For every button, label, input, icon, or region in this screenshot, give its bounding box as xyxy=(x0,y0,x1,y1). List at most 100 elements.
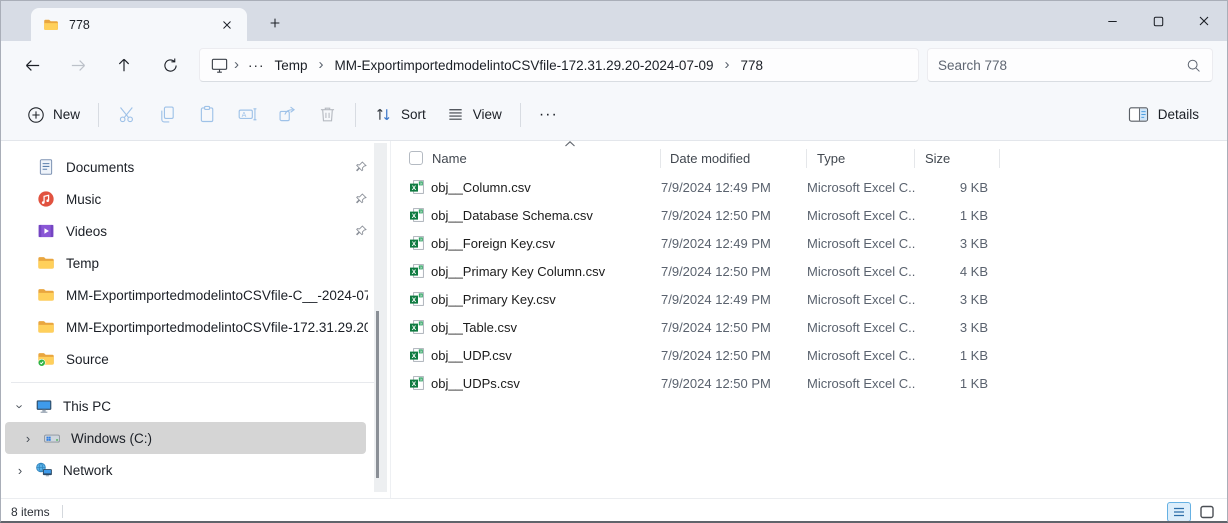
column-header-type[interactable]: Type xyxy=(807,143,915,173)
back-arrow-icon xyxy=(23,56,42,75)
chevron-down-icon[interactable]: › xyxy=(13,399,28,413)
maximize-button[interactable] xyxy=(1135,1,1181,41)
column-header-date-modified[interactable]: Date modified xyxy=(661,143,807,173)
sidebar-item-source[interactable]: Source xyxy=(1,343,390,375)
table-row[interactable]: obj__Primary Key Column.csv 7/9/2024 12:… xyxy=(391,257,1227,285)
sort-arrows-icon xyxy=(374,105,393,124)
sidebar-item-videos[interactable]: Videos xyxy=(1,215,390,247)
new-tab-button[interactable] xyxy=(261,9,289,37)
back-button[interactable] xyxy=(9,47,55,83)
sidebar-item-music[interactable]: Music xyxy=(1,183,390,215)
column-header-label: Type xyxy=(817,151,845,166)
file-explorer-window: 778 xyxy=(0,0,1228,523)
pin-icon xyxy=(354,160,368,174)
tab-strip: 778 xyxy=(1,1,1227,41)
folder-sync-check-icon xyxy=(37,350,55,368)
plus-icon xyxy=(268,16,282,30)
minimize-icon xyxy=(1105,14,1120,29)
select-all-checkbox[interactable] xyxy=(409,151,423,165)
details-view-toggle[interactable] xyxy=(1167,502,1191,522)
sidebar-item-label: MM-ExportimportedmodelintoCSVfile-C__-20… xyxy=(66,288,368,303)
search-input[interactable] xyxy=(938,58,1185,73)
documents-icon xyxy=(37,158,55,176)
sidebar-item-export-folder-1[interactable]: MM-ExportimportedmodelintoCSVfile-C__-20… xyxy=(1,279,390,311)
excel-csv-file-icon xyxy=(409,291,425,307)
table-row[interactable]: obj__Column.csv 7/9/2024 12:49 PM Micros… xyxy=(391,173,1227,201)
up-button[interactable] xyxy=(101,47,147,83)
see-more-button[interactable]: ··· xyxy=(529,106,568,124)
chevron-right-icon[interactable]: › xyxy=(13,463,27,478)
close-button[interactable] xyxy=(1181,1,1227,41)
breadcrumb-overflow-button[interactable]: ··· xyxy=(244,58,269,73)
breadcrumb-segment-export-folder[interactable]: MM-ExportimportedmodelintoCSVfile-172.31… xyxy=(329,55,720,76)
sidebar-item-label: Source xyxy=(66,352,368,367)
forward-button[interactable] xyxy=(55,47,101,83)
window-controls xyxy=(1089,1,1227,41)
column-header-size[interactable]: Size xyxy=(915,143,1000,173)
file-type: Microsoft Excel C... xyxy=(807,236,915,251)
titlebar-drag-region[interactable] xyxy=(289,1,1089,41)
table-row[interactable]: obj__Foreign Key.csv 7/9/2024 12:49 PM M… xyxy=(391,229,1227,257)
table-row[interactable]: obj__UDP.csv 7/9/2024 12:50 PM Microsoft… xyxy=(391,341,1227,369)
minimize-button[interactable] xyxy=(1089,1,1135,41)
column-header-name[interactable]: Name xyxy=(432,143,661,173)
new-button[interactable]: New xyxy=(17,100,90,130)
sidebar-item-export-folder-2[interactable]: MM-ExportimportedmodelintoCSVfile-172.31… xyxy=(1,311,390,343)
file-date-modified: 7/9/2024 12:50 PM xyxy=(661,320,807,335)
large-icons-view-toggle[interactable] xyxy=(1195,502,1219,522)
table-row[interactable]: obj__Primary Key.csv 7/9/2024 12:49 PM M… xyxy=(391,285,1227,313)
tab-778[interactable]: 778 xyxy=(31,8,247,41)
cut-icon xyxy=(117,104,138,125)
sidebar-item-temp[interactable]: Temp xyxy=(1,247,390,279)
view-button-label: View xyxy=(473,107,502,122)
breadcrumb[interactable]: › ··· Temp › MM-ExportimportedmodelintoC… xyxy=(199,48,919,82)
table-row[interactable]: obj__Table.csv 7/9/2024 12:50 PM Microso… xyxy=(391,313,1227,341)
sidebar-scrollbar[interactable] xyxy=(374,143,387,492)
scrollbar-thumb[interactable] xyxy=(376,311,379,478)
sidebar-item-label: Temp xyxy=(66,256,368,271)
sort-button-label: Sort xyxy=(401,107,426,122)
view-button[interactable]: View xyxy=(436,99,512,130)
details-pane-icon xyxy=(1127,105,1150,124)
folder-icon xyxy=(37,254,55,272)
chevron-separator-icon: › xyxy=(314,56,329,75)
file-type: Microsoft Excel C... xyxy=(807,348,915,363)
rename-button[interactable] xyxy=(227,97,267,133)
new-button-label: New xyxy=(53,107,80,122)
copy-button[interactable] xyxy=(147,97,187,133)
status-bar: 8 items xyxy=(1,498,1227,523)
column-headers: Name Date modified Type Size xyxy=(391,143,1227,173)
delete-button[interactable] xyxy=(307,97,347,133)
sidebar-item-windows-c[interactable]: › Windows (C:) xyxy=(5,422,366,454)
chevron-right-icon[interactable]: › xyxy=(21,431,35,446)
sidebar-item-documents[interactable]: Documents xyxy=(1,151,390,183)
table-row[interactable]: obj__Database Schema.csv 7/9/2024 12:50 … xyxy=(391,201,1227,229)
refresh-button[interactable] xyxy=(147,47,193,83)
sidebar-item-this-pc[interactable]: › This PC xyxy=(1,390,390,422)
details-pane-button[interactable]: Details xyxy=(1117,99,1209,130)
file-size: 3 KB xyxy=(915,236,1000,251)
paste-button[interactable] xyxy=(187,97,227,133)
file-date-modified: 7/9/2024 12:50 PM xyxy=(661,348,807,363)
sort-button[interactable]: Sort xyxy=(364,99,436,130)
cut-button[interactable] xyxy=(107,97,147,133)
breadcrumb-segment-temp[interactable]: Temp xyxy=(269,55,314,76)
tab-close-button[interactable] xyxy=(215,13,239,37)
folder-icon xyxy=(43,17,59,33)
sidebar-item-label: MM-ExportimportedmodelintoCSVfile-172.31… xyxy=(66,320,368,335)
excel-csv-file-icon xyxy=(409,235,425,251)
search-box[interactable] xyxy=(927,48,1213,82)
file-size: 3 KB xyxy=(915,320,1000,335)
sidebar-item-network[interactable]: › Network xyxy=(1,454,390,486)
file-size: 9 KB xyxy=(915,180,1000,195)
file-size: 4 KB xyxy=(915,264,1000,279)
file-date-modified: 7/9/2024 12:50 PM xyxy=(661,264,807,279)
table-row[interactable]: obj__UDPs.csv 7/9/2024 12:50 PM Microsof… xyxy=(391,369,1227,397)
breadcrumb-segment-778[interactable]: 778 xyxy=(734,55,769,76)
file-type: Microsoft Excel C... xyxy=(807,376,915,391)
up-arrow-icon xyxy=(115,56,133,74)
search-icon xyxy=(1185,57,1202,74)
sidebar-item-label: Videos xyxy=(66,224,354,239)
share-button[interactable] xyxy=(267,97,307,133)
close-icon xyxy=(220,18,234,32)
